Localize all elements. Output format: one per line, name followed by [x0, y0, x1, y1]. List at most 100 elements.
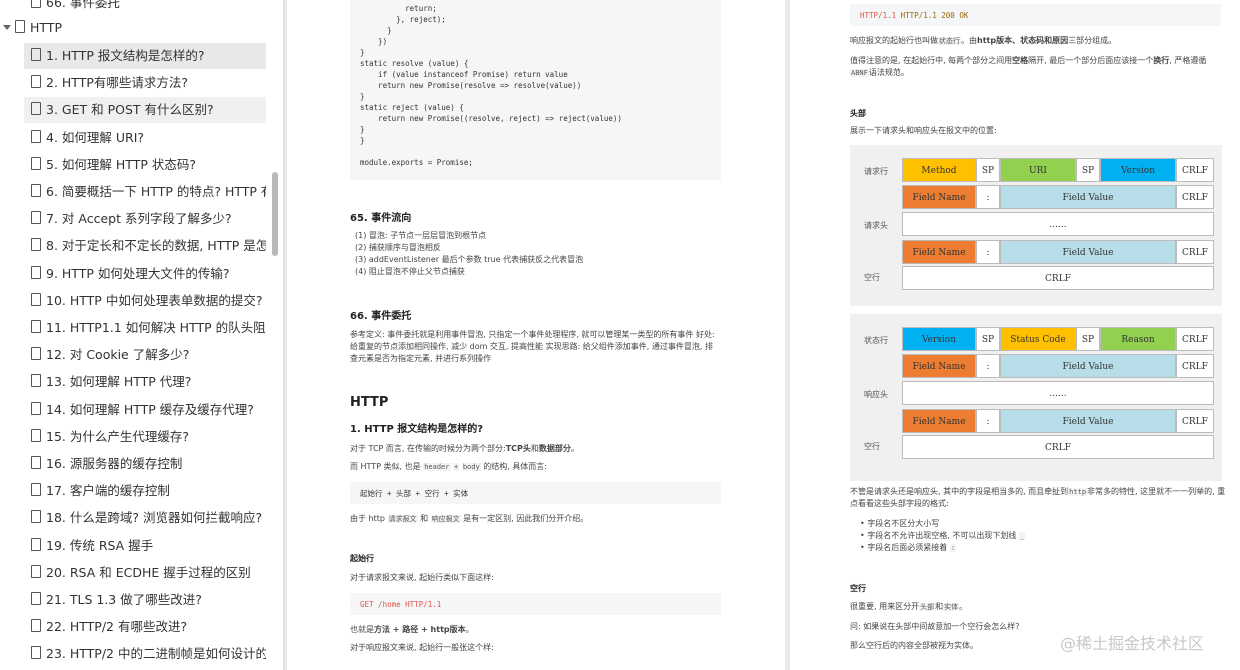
outline-item[interactable]: 6. 简要概括一下 HTTP 的特点? HTTP 有哪	[24, 179, 266, 205]
code-line: }	[360, 136, 365, 145]
code-line: return new Promise((resolve, reject) => …	[360, 114, 622, 123]
cell-colon: :	[976, 185, 1000, 209]
code-block-status: HTTP/1.1 HTTP/1.1 200 OK	[850, 4, 1221, 26]
paragraph-tcp: 对于 TCP 而言, 在传输的时候分为两个部分:TCP头和数据部分。	[350, 444, 579, 453]
bookmark-icon	[31, 401, 41, 415]
code-line: }	[360, 26, 392, 35]
paragraph-split: 由于 http 请求报文 和 响应报文 是有一定区别, 因此我们分开介绍。	[350, 514, 589, 523]
document-page-left: return; }, reject); } })} static resolve …	[287, 0, 785, 670]
bookmark-icon	[31, 483, 41, 497]
bookmark-icon	[31, 564, 41, 578]
bookmark-icon	[31, 537, 41, 551]
document-page-right: HTTP/1.1 HTTP/1.1 200 OK 响应报文的起始行也叫做状态行。…	[790, 0, 1240, 670]
outline-item[interactable]: 17. 客户端的缓存控制	[24, 478, 266, 504]
bookmark-icon	[31, 265, 41, 279]
outline-item[interactable]: 11. HTTP1.1 如何解决 HTTP 的队头阻塞问	[24, 315, 266, 341]
chevron-down-icon[interactable]	[3, 25, 11, 30]
bookmark-icon	[31, 428, 41, 442]
cell-dots: ......	[902, 381, 1214, 405]
header-rules-list: • 字段名不区分大小写 • 字段名不允许出现空格, 不可以出现下划线 _ • 字…	[860, 518, 1220, 554]
cell-colon: :	[976, 240, 1000, 264]
cell-field-value: Field Value	[1000, 409, 1176, 433]
outline-item[interactable]: 18. 什么是跨域? 浏览器如何拦截响应? 如	[24, 505, 266, 531]
cell-field-value: Field Value	[1000, 354, 1176, 378]
outline-item[interactable]: 9. HTTP 如何处理大文件的传输?	[24, 261, 266, 287]
cell-sp: SP	[1076, 158, 1100, 182]
outline-item[interactable]: 10. HTTP 中如何处理表单数据的提交?	[24, 288, 266, 314]
code-line: })	[360, 37, 388, 46]
code-block-promise: return; }, reject); } })} static resolve …	[350, 0, 721, 180]
paragraph-header-fields: 不管是请求头还是响应头, 其中的字段是相当多的, 而且牵扯到http非常多的特性…	[850, 487, 1226, 508]
cell-crlf: CRLF	[1176, 158, 1214, 182]
outline-item[interactable]: 12. 对 Cookie 了解多少?	[24, 342, 266, 368]
outline-item[interactable]: 21. TLS 1.3 做了哪些改进?	[24, 587, 266, 613]
cell-dots: ......	[902, 212, 1214, 236]
bookmark-icon	[31, 211, 41, 225]
outline-item[interactable]: 14. 如何理解 HTTP 缓存及缓存代理?	[24, 397, 266, 423]
cell-sp: SP	[1076, 327, 1100, 351]
cell-crlf-empty: CRLF	[902, 435, 1214, 459]
outline-item[interactable]: 19. 传统 RSA 握手	[24, 533, 266, 559]
code-line: module.exports = Promise;	[360, 158, 473, 167]
cell-field-name: Field Name	[902, 409, 976, 433]
code-line: }	[360, 125, 365, 134]
list-item: (2) 捕获顺序与冒泡相反	[355, 243, 441, 252]
outline-item[interactable]: 8. 对于定长和不定长的数据, HTTP 是怎么	[24, 233, 266, 259]
code-line: return new Promise(resolve => resolve(va…	[360, 81, 582, 90]
paragraph-status-line: 响应报文的起始行也叫做状态行。由http版本、状态码和原因三部分组成。	[850, 36, 1117, 45]
cell-version: Version	[902, 327, 976, 351]
code-line: }, reject);	[360, 15, 446, 24]
cell-colon: :	[976, 409, 1000, 433]
paragraph-request-start: 对于请求报文来说, 起始行类似下面这样:	[350, 573, 494, 582]
response-message-diagram: 状态行 响应头 空行 Version SP Status Code SP Rea…	[850, 314, 1222, 481]
paragraph-66: 参考定义: 事件委托就是利用事件冒泡, 只指定一个事件处理程序, 就可以管理某一…	[350, 330, 715, 363]
outline-item[interactable]: 3. GET 和 POST 有什么区别?	[24, 97, 266, 124]
outline-item[interactable]: 2. HTTP有哪些请求方法?	[24, 70, 266, 96]
bookmark-icon	[31, 320, 41, 333]
outline-item[interactable]: 7. 对 Accept 系列字段了解多少?	[24, 206, 266, 232]
outline-item[interactable]: 4. 如何理解 URI?	[24, 125, 266, 151]
code-block-structure: 起始行 + 头部 + 空行 + 实体	[350, 482, 721, 504]
bookmark-icon	[31, 646, 41, 660]
scrollbar-thumb[interactable]	[272, 172, 278, 256]
cell-crlf: CRLF	[1176, 185, 1214, 209]
paragraph-answer: 那么空行后的内容全部被视为实体。	[850, 641, 978, 650]
outline-sidebar: 66. 事件委托 HTTP 1. HTTP 报文结构是怎样的? 2. HTTP有哪…	[0, 0, 284, 670]
list-item: • 字段名后面必须紧接着 :	[860, 543, 957, 552]
code-line: }	[360, 48, 365, 57]
scrollbar-track[interactable]	[271, 0, 281, 670]
cell-crlf-empty: CRLF	[902, 266, 1214, 290]
bookmark-icon	[31, 0, 41, 8]
cell-field-name: Field Name	[902, 354, 976, 378]
heading-http: HTTP	[350, 395, 389, 410]
heading-66: 66. 事件委托	[350, 311, 412, 322]
cell-sp: SP	[976, 158, 1000, 182]
code-line: static reject (value) {	[360, 103, 464, 112]
outline-item[interactable]: 1. HTTP 报文结构是怎样的?	[24, 43, 266, 69]
outline-item[interactable]: 15. 为什么产生代理缓存?	[24, 424, 266, 450]
bookmark-icon	[31, 75, 41, 89]
outline-item[interactable]: 66. 事件委托	[24, 0, 266, 16]
outline-item[interactable]: 20. RSA 和 ECDHE 握手过程的区别	[24, 560, 266, 586]
bookmark-icon	[31, 510, 41, 524]
bookmark-icon	[31, 592, 41, 605]
list-item: • 字段名不区分大小写	[860, 519, 940, 528]
outline-section-http[interactable]: HTTP	[0, 15, 62, 41]
paragraph-empty-line: 很重要, 用来区分开头部和实体。	[850, 602, 968, 611]
heading-start-line: 起始行	[350, 554, 374, 563]
list-item: • 字段名不允许出现空格, 不可以出现下划线 _	[860, 531, 1026, 540]
code-line: }	[360, 92, 365, 101]
watermark: @稀土掘金技术社区	[1060, 634, 1205, 653]
outline-item[interactable]: 23. HTTP/2 中的二进制帧是如何设计的?	[24, 641, 266, 667]
outline-item[interactable]: 22. HTTP/2 有哪些改进?	[24, 614, 266, 640]
cell-sp: SP	[976, 327, 1000, 351]
outline-item[interactable]: 16. 源服务器的缓存控制	[24, 451, 266, 477]
paragraph-http-structure: 而 HTTP 类似, 也是 header + body 的结构, 具体而言:	[350, 462, 547, 471]
outline-item[interactable]: 13. 如何理解 HTTP 代理?	[24, 369, 266, 395]
heading-headers: 头部	[850, 109, 866, 118]
cell-crlf: CRLF	[1176, 327, 1214, 351]
outline-item[interactable]: 5. 如何理解 HTTP 状态码?	[24, 152, 266, 178]
cell-field-name: Field Name	[902, 240, 976, 264]
bookmark-icon	[15, 20, 25, 33]
list-item: (4) 阻止冒泡不停止父节点捕获	[355, 267, 465, 276]
